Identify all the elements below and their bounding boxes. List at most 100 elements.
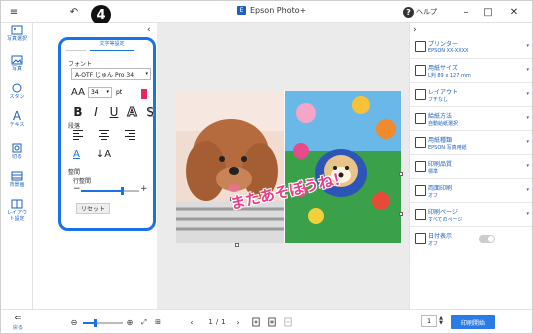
setting-title: 給紙方法 [428, 113, 453, 120]
prev-page-icon[interactable]: ‹ [187, 317, 197, 327]
font-value: A-OTF じゅん Pro 34 [75, 71, 135, 79]
setting-print-quality[interactable]: 印刷品質 標準 ▾ [409, 155, 532, 179]
zoom-out-icon[interactable]: ⊖ [69, 317, 79, 327]
chevron-down-icon: ▾ [526, 67, 529, 73]
toolbar-item-crop[interactable]: 切る [1, 143, 33, 160]
zoom-slider-thumb[interactable] [94, 319, 97, 327]
back-icon[interactable]: ⇐ [9, 312, 27, 322]
text-frame-handle[interactable] [399, 212, 403, 216]
toolbar-item-layout-settings[interactable]: レイアウト設定 [1, 199, 33, 222]
text-color-swatch[interactable] [141, 89, 147, 99]
toolbar-item-background[interactable]: 背景画 [1, 171, 33, 188]
font-size-select[interactable]: 34 ▾ [87, 87, 112, 98]
print-button[interactable]: 印刷開始 [451, 315, 495, 329]
copies-input[interactable]: 1 [421, 315, 437, 327]
setting-value: 自動給紙選択 [428, 121, 459, 127]
close-icon[interactable]: ✕ [503, 1, 525, 23]
reset-button[interactable]: リセット [76, 203, 110, 214]
text-icon: A [12, 109, 22, 123]
help-button[interactable]: ? ヘルプ [397, 1, 443, 23]
date-toggle[interactable] [479, 235, 495, 243]
paper-size-icon [415, 65, 426, 76]
toolbar-item-label: 背景画 [9, 182, 25, 188]
toolbar-item-label: スタン [9, 94, 25, 100]
setting-title: 用紙サイズ [428, 65, 458, 72]
toolbar-item-photo-select[interactable]: 写真選択 [1, 25, 33, 42]
slider-thumb[interactable] [120, 187, 124, 195]
italic-button[interactable]: I [91, 105, 101, 119]
print-quality-icon [415, 161, 426, 172]
background-icon [11, 171, 23, 181]
vertical-text-button[interactable]: ↓A [96, 149, 111, 160]
spacing-label: 整間 [68, 169, 81, 176]
layout-icon [415, 89, 426, 100]
maximize-icon[interactable]: □ [479, 1, 497, 23]
setting-paper-type[interactable]: 用紙種類 EPSON 写真用紙 ▾ [409, 131, 532, 155]
slider-fill [81, 190, 122, 192]
crop-icon [12, 143, 22, 153]
setting-paper-feed[interactable]: 給紙方法 自動給紙選択 ▾ [409, 107, 532, 131]
line-spacing-slider[interactable]: − + [73, 184, 148, 195]
text-style-row: B I U A S [73, 105, 155, 120]
underline-button[interactable]: U [109, 105, 119, 119]
right-panel-collapse-icon[interactable]: › [413, 25, 417, 35]
toolbar-item-label: テキス [9, 122, 25, 128]
duplicate-page-icon[interactable] [267, 316, 277, 328]
app-title: E Epson Photo+ [237, 6, 306, 15]
setting-paper-size[interactable]: 用紙サイズ L判 89 x 127 mm ▾ [409, 59, 532, 83]
setting-title: 両面印刷 [428, 185, 453, 192]
setting-layout[interactable]: レイアウト フチなし ▾ [409, 83, 532, 107]
minus-icon[interactable]: − [73, 184, 81, 194]
setting-print-pages[interactable]: 印刷ページ すべてのページ ▾ [409, 203, 532, 227]
next-page-icon[interactable]: › [233, 317, 243, 327]
fit-screen-icon[interactable]: ⤢ [139, 317, 149, 327]
photo-preview[interactable] [176, 91, 401, 243]
panel-collapse-icon[interactable]: ‹ [147, 25, 151, 35]
minimize-icon[interactable]: – [457, 1, 475, 23]
date-icon [415, 233, 426, 244]
plus-icon[interactable]: + [140, 184, 148, 194]
setting-title: プリンター [428, 41, 459, 48]
copies-stepper[interactable]: ▲ ▼ [438, 314, 444, 328]
text-frame-handle[interactable] [235, 243, 239, 247]
delete-page-icon[interactable] [283, 316, 293, 328]
bold-button[interactable]: B [73, 105, 83, 119]
text-frame-handle[interactable] [399, 172, 403, 176]
back-label[interactable]: 戻る [7, 323, 29, 331]
chevron-down-icon: ▾ [526, 163, 529, 169]
page-current: 1 [208, 318, 213, 326]
setting-duplex[interactable]: 両面印刷 オフ ▾ [409, 179, 532, 203]
print-pages-icon [415, 209, 426, 220]
shadow-button[interactable]: S [145, 105, 155, 119]
zoom-in-icon[interactable]: ⊕ [125, 317, 135, 327]
setting-value: フチなし [428, 97, 449, 103]
outline-button[interactable]: A [127, 105, 137, 120]
setting-title: 用紙種類 [428, 137, 453, 144]
horizontal-text-button[interactable]: A [73, 149, 80, 160]
chevron-down-icon: ▾ [526, 43, 529, 49]
toolbar-item-label: レイアウト設定 [6, 210, 27, 222]
setting-value: すべてのページ [428, 217, 463, 223]
toolbar-item-photo[interactable]: 写真 [1, 55, 33, 72]
font-select[interactable]: A-OTF じゅん Pro 34 ▾ [71, 68, 151, 80]
app-name: Epson Photo+ [250, 6, 307, 15]
align-left-icon[interactable] [73, 130, 83, 140]
toolbar-item-stamp[interactable]: スタン [1, 83, 33, 100]
undo-icon[interactable]: ↶ [65, 1, 83, 23]
help-label: ヘルプ [416, 8, 437, 16]
align-right-icon[interactable] [125, 130, 135, 140]
paper-feed-icon [415, 113, 426, 124]
setting-value: オフ [428, 193, 439, 199]
align-center-icon[interactable] [99, 130, 109, 140]
zoom-slider[interactable] [83, 319, 123, 327]
chevron-down-icon: ▾ [526, 115, 529, 121]
add-page-icon[interactable] [251, 316, 261, 328]
toolbar-item-label: 写真選択 [6, 36, 27, 42]
menu-icon[interactable]: ≡ [5, 1, 23, 23]
toolbar-item-text[interactable]: A テキス [1, 109, 33, 128]
layout-settings-icon [11, 199, 23, 209]
setting-printer[interactable]: プリンター EPSON XX-XXXX ▾ [409, 35, 532, 59]
chevron-down-icon: ▾ [526, 91, 529, 97]
actual-size-icon[interactable]: ⊞ [153, 317, 163, 327]
page-total: 1 [221, 318, 226, 326]
